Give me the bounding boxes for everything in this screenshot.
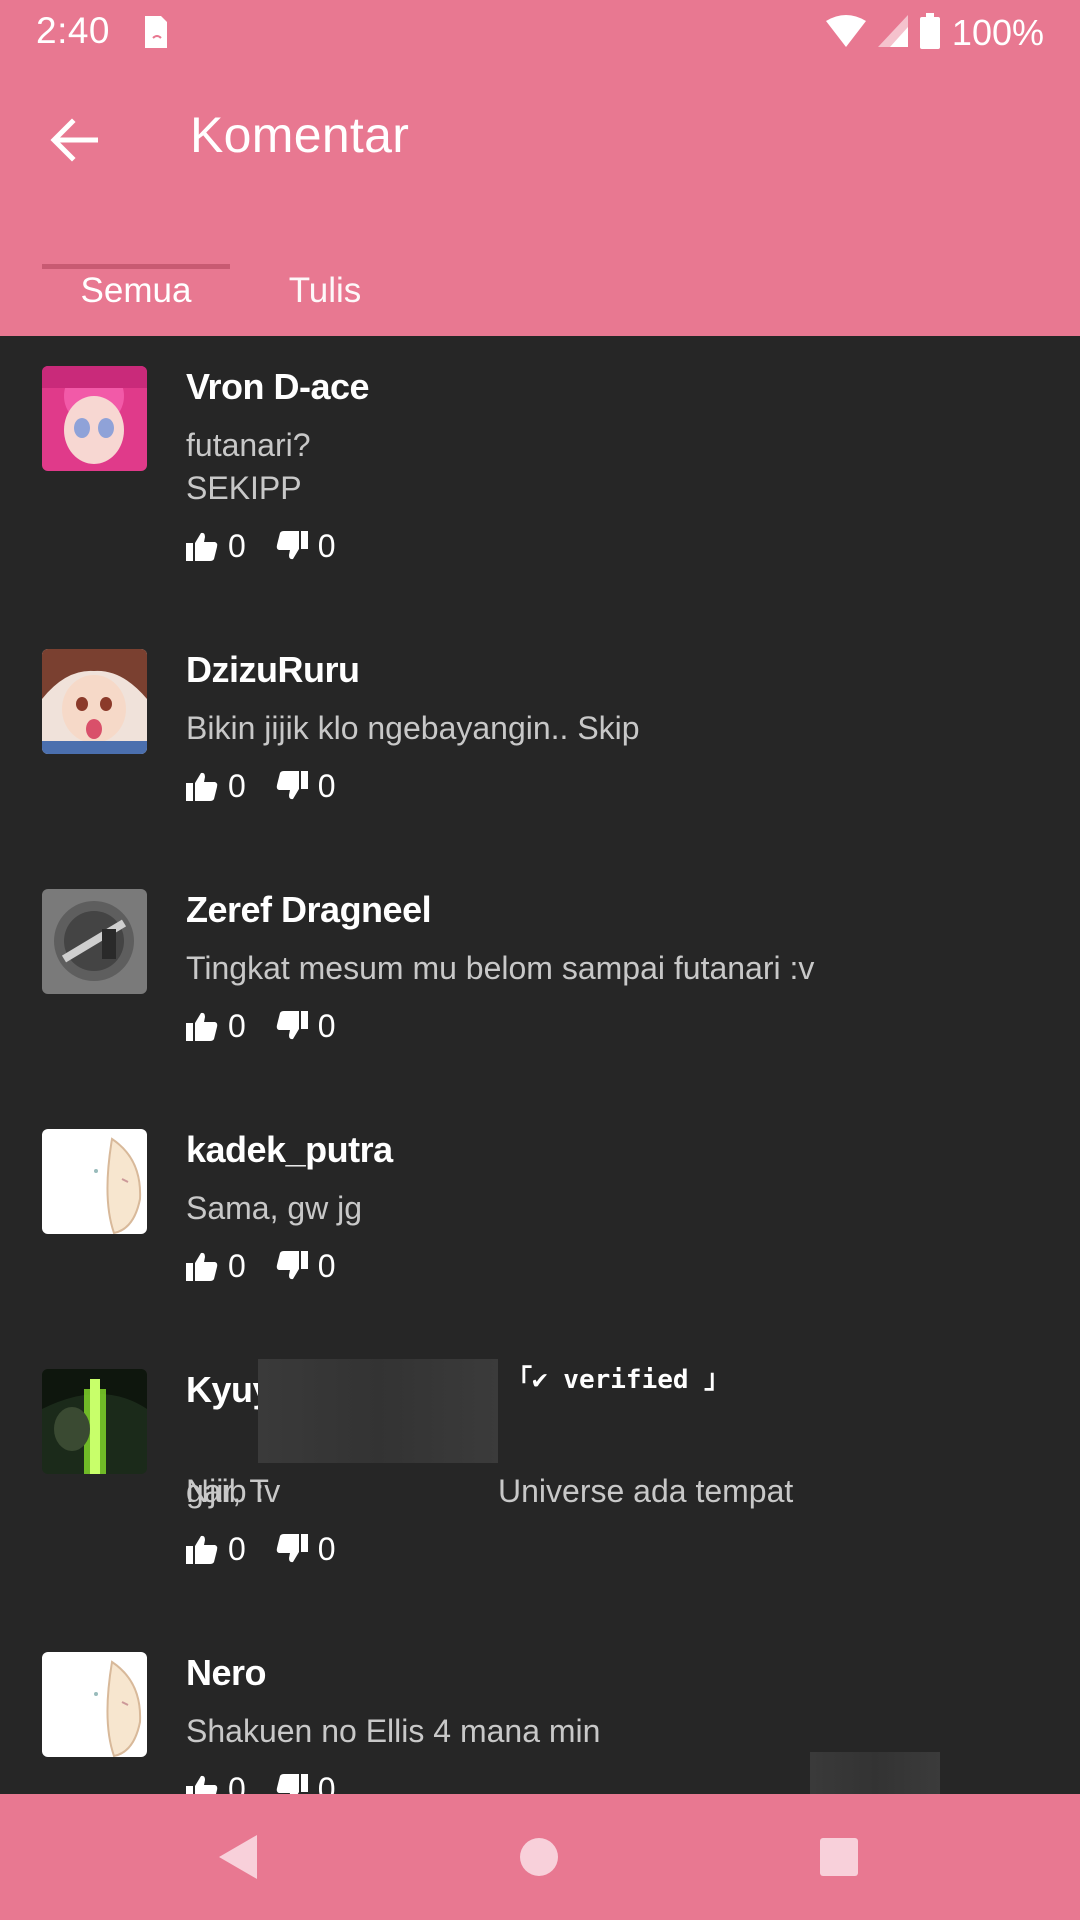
thumbs-up-icon xyxy=(186,772,218,801)
thumbs-down-icon xyxy=(276,1534,308,1563)
app-bar: Komentar Semua Tulis xyxy=(0,66,1080,336)
dislike-button[interactable]: 0 xyxy=(276,1770,336,1795)
battery-percentage: 100% xyxy=(951,12,1044,53)
dislike-button[interactable]: 0 xyxy=(276,1531,336,1568)
dislike-count: 0 xyxy=(317,1530,336,1567)
circle-home-icon xyxy=(520,1838,558,1876)
tab-bar: Semua Tulis xyxy=(0,246,1080,336)
like-button[interactable]: 0 xyxy=(186,1008,246,1045)
thumbs-down-icon xyxy=(276,1011,308,1040)
like-count: 0 xyxy=(228,1007,246,1044)
like-count: 0 xyxy=(228,1247,246,1284)
back-button[interactable] xyxy=(36,102,112,178)
status-time: 2:40 xyxy=(36,10,111,51)
comment-list[interactable]: Vron D-ace futanari? SEKIPP 0 0 DzizuRur… xyxy=(0,336,1080,1794)
comment-username[interactable]: Zeref Dragneel xyxy=(186,889,432,931)
thumbs-down-icon xyxy=(276,771,308,800)
dislike-count: 0 xyxy=(317,1770,336,1795)
thumbs-down-icon xyxy=(276,1251,308,1280)
comment-item: Zeref Dragneel Tingkat mesum mu belom sa… xyxy=(0,859,1080,1099)
like-count: 0 xyxy=(228,767,246,804)
wifi-icon xyxy=(825,14,866,52)
comment-username[interactable]: Nero xyxy=(186,1652,267,1694)
dislike-button[interactable]: 0 xyxy=(276,1008,336,1045)
dislike-count: 0 xyxy=(317,767,336,804)
square-recents-icon xyxy=(820,1838,858,1876)
avatar[interactable] xyxy=(42,889,147,994)
comment-item: Nero Shakuen no Ellis 4 mana min 0 0 xyxy=(0,1622,1080,1794)
avatar[interactable] xyxy=(42,1369,147,1474)
comment-text-line2: gaib :v xyxy=(186,1473,281,1509)
like-button[interactable]: 0 xyxy=(186,768,246,805)
comment-username[interactable]: Vron D-ace xyxy=(186,366,370,408)
thumbs-up-icon xyxy=(186,532,218,561)
like-button[interactable]: 0 xyxy=(186,528,246,565)
dislike-count: 0 xyxy=(317,527,336,564)
nav-recents-button[interactable] xyxy=(806,1824,872,1890)
page-title: Komentar xyxy=(190,107,410,163)
arrow-left-icon xyxy=(50,118,98,162)
comment-reactions: 0 0 xyxy=(186,1004,336,1048)
comment-reactions: 0 0 xyxy=(186,1527,336,1571)
system-navigation-bar xyxy=(0,1794,1080,1920)
verified-badge: 「✔ verified 」 xyxy=(506,1365,731,1395)
comment-text: futanari? SEKIPP xyxy=(186,427,311,506)
status-bar: 2:40 100% xyxy=(0,0,1080,66)
thumbs-down-icon xyxy=(276,1774,308,1794)
tab-semua[interactable]: Semua xyxy=(42,246,230,336)
like-count: 0 xyxy=(228,1530,246,1567)
comment-reactions: 0 0 xyxy=(186,524,336,568)
tab-tulis[interactable]: Tulis xyxy=(230,246,420,336)
comment-text: Tingkat mesum mu belom sampai futanari :… xyxy=(186,950,815,986)
comment-username[interactable]: kadek_putra xyxy=(186,1129,393,1171)
comment-item: Vron D-ace futanari? SEKIPP 0 0 xyxy=(0,336,1080,619)
notification-icon xyxy=(143,14,169,55)
comment-item: Kyuy 「✔ verified 」 Njir, T Universe ada … xyxy=(0,1339,1080,1794)
battery-icon xyxy=(919,12,940,54)
dislike-button[interactable]: 0 xyxy=(276,1248,336,1285)
avatar[interactable] xyxy=(42,1652,147,1757)
like-button[interactable]: 0 xyxy=(186,1248,246,1285)
like-count: 0 xyxy=(228,1770,246,1795)
thumbs-up-icon xyxy=(186,1775,218,1794)
comment-reactions: 0 0 xyxy=(186,1767,336,1794)
like-button[interactable]: 0 xyxy=(186,1531,246,1568)
dislike-button[interactable]: 0 xyxy=(276,768,336,805)
dislike-count: 0 xyxy=(317,1007,336,1044)
thumbs-down-icon xyxy=(276,531,308,560)
comment-item: kadek_putra Sama, gw jg 0 0 xyxy=(0,1099,1080,1339)
avatar[interactable] xyxy=(42,366,147,471)
like-button[interactable]: 0 xyxy=(186,1770,246,1795)
dislike-button[interactable]: 0 xyxy=(276,528,336,565)
comment-reactions: 0 0 xyxy=(186,1244,336,1288)
triangle-back-icon xyxy=(219,1835,257,1879)
thumbs-up-icon xyxy=(186,1252,218,1281)
thumbs-up-icon xyxy=(186,1012,218,1041)
tab-indicator xyxy=(42,264,230,269)
like-count: 0 xyxy=(228,527,246,564)
status-icons: 100% xyxy=(825,10,1044,56)
nav-back-button[interactable] xyxy=(206,1824,272,1890)
comment-username[interactable]: DzizuRuru xyxy=(186,649,360,691)
comment-reactions: 0 0 xyxy=(186,764,336,808)
comment-text: Sama, gw jg xyxy=(186,1190,363,1226)
signal-icon xyxy=(877,14,908,52)
thumbs-up-icon xyxy=(186,1535,218,1564)
comment-item: DzizuRuru Bikin jijik klo ngebayangin.. … xyxy=(0,619,1080,859)
comment-text: Bikin jijik klo ngebayangin.. Skip xyxy=(186,710,640,746)
nav-home-button[interactable] xyxy=(506,1824,572,1890)
comment-text: Shakuen no Ellis 4 mana min xyxy=(186,1713,601,1749)
dislike-count: 0 xyxy=(317,1247,336,1284)
avatar[interactable] xyxy=(42,1129,147,1234)
avatar[interactable] xyxy=(42,649,147,754)
